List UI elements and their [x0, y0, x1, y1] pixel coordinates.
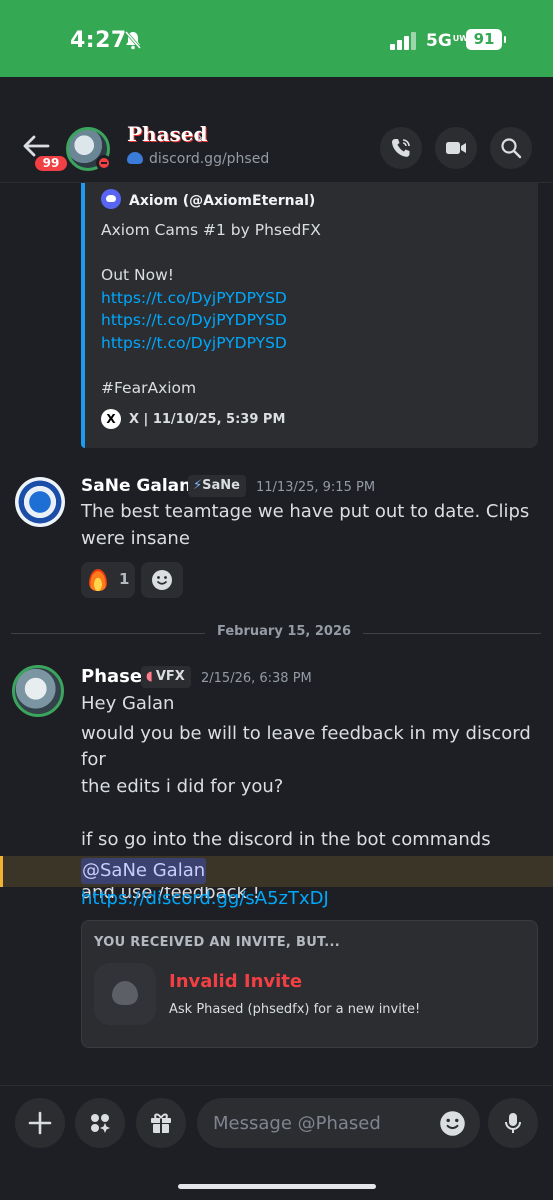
pill-icon: ◖: [146, 669, 153, 684]
reaction-count: 1: [119, 570, 130, 588]
message-author[interactable]: SaNe Galan: [81, 476, 191, 496]
poop-icon: [112, 981, 138, 1005]
fire-emoji-icon: [89, 569, 107, 591]
invite-heading: YOU RECEIVED AN INVITE, BUT...: [94, 935, 340, 950]
channel-subtitle: discord.gg/phsed: [127, 151, 269, 167]
avatar[interactable]: [15, 477, 65, 527]
gift-icon: [151, 1113, 171, 1133]
discord-logo-icon: [101, 189, 121, 209]
invite-card: YOU RECEIVED AN INVITE, BUT... Invalid I…: [81, 920, 538, 1048]
smiley-icon: [152, 570, 172, 590]
user-mention[interactable]: @SaNe Galan: [81, 858, 207, 884]
apps-button[interactable]: [75, 1098, 125, 1148]
embed-link[interactable]: https://t.co/DyjPYDPYSD: [101, 309, 321, 332]
battery-icon: 91: [466, 29, 506, 50]
reaction-fire[interactable]: 1: [81, 562, 135, 598]
gift-button[interactable]: [136, 1098, 186, 1148]
status-time: 4:27: [70, 28, 127, 53]
embed-hashtag: #FearAxiom: [101, 379, 197, 398]
video-camera-icon: [446, 142, 466, 154]
embed-link[interactable]: https://t.co/DyjPYDPYSD: [101, 332, 321, 355]
date-divider-label: February 15, 2026: [205, 624, 364, 639]
avatar[interactable]: [12, 665, 64, 717]
invite-subtitle: Ask Phased (phsedfx) for a new invite!: [169, 1002, 421, 1017]
embed-out-now: Out Now!: [101, 266, 174, 285]
status-bar: 4:27 5GUW 91: [0, 0, 553, 77]
embed-title-line: Axiom Cams #1 by PhsedFX: [101, 221, 321, 239]
user-tag: ⚡SaNe: [188, 475, 246, 497]
embed-description: Axiom Cams #1 by PhsedFX Out Now! https:…: [101, 219, 321, 400]
dnd-status-icon: [96, 155, 112, 171]
voice-message-button[interactable]: [488, 1098, 538, 1148]
message-text: The best teamtage we have put out to dat…: [81, 501, 530, 549]
network-type: 5GUW: [426, 31, 469, 51]
message-input[interactable]: [213, 1098, 433, 1148]
add-attachment-button[interactable]: [15, 1098, 65, 1148]
invite-link[interactable]: https://discord.gg/sA5zTxDJ: [81, 888, 329, 909]
phone-icon: [392, 139, 410, 157]
embed-author[interactable]: Axiom (@AxiomEternal): [101, 189, 315, 209]
voice-call-button[interactable]: [380, 127, 422, 169]
message-input-container[interactable]: [197, 1098, 480, 1148]
embed-footer: XX | 11/10/25, 5:39 PM: [101, 409, 285, 429]
home-indicator[interactable]: [178, 1184, 376, 1189]
message-timestamp: 2/15/26, 6:38 PM: [201, 671, 312, 686]
invalid-invite-icon: [94, 963, 156, 1025]
x-logo-icon: X: [101, 409, 121, 429]
server-emoji-icon: [127, 152, 143, 164]
user-tag: ◖ VFX: [141, 666, 191, 688]
signal-icon: [390, 32, 416, 50]
chevron-right-icon[interactable]: ›: [196, 127, 203, 148]
add-reaction-button[interactable]: [141, 562, 183, 598]
search-icon: [501, 138, 522, 159]
search-button[interactable]: [490, 127, 532, 169]
plus-icon: [28, 1111, 52, 1135]
message-timestamp: 11/13/25, 9:15 PM: [256, 480, 376, 495]
embed-link[interactable]: https://t.co/DyjPYDPYSD: [101, 287, 321, 310]
apps-icon: [91, 1114, 110, 1133]
bell-off-icon: [124, 31, 142, 50]
unread-badge: 99: [33, 154, 69, 173]
lightning-icon: ⚡: [193, 478, 203, 493]
emoji-icon[interactable]: [439, 1110, 466, 1137]
invite-title: Invalid Invite: [169, 971, 303, 992]
video-call-button[interactable]: [435, 127, 477, 169]
chat-header: 99 Phased › discord.gg/phsed: [0, 77, 553, 183]
microphone-icon: [505, 1113, 521, 1133]
tweet-embed[interactable]: Axiom (@AxiomEternal) Axiom Cams #1 by P…: [81, 183, 538, 448]
